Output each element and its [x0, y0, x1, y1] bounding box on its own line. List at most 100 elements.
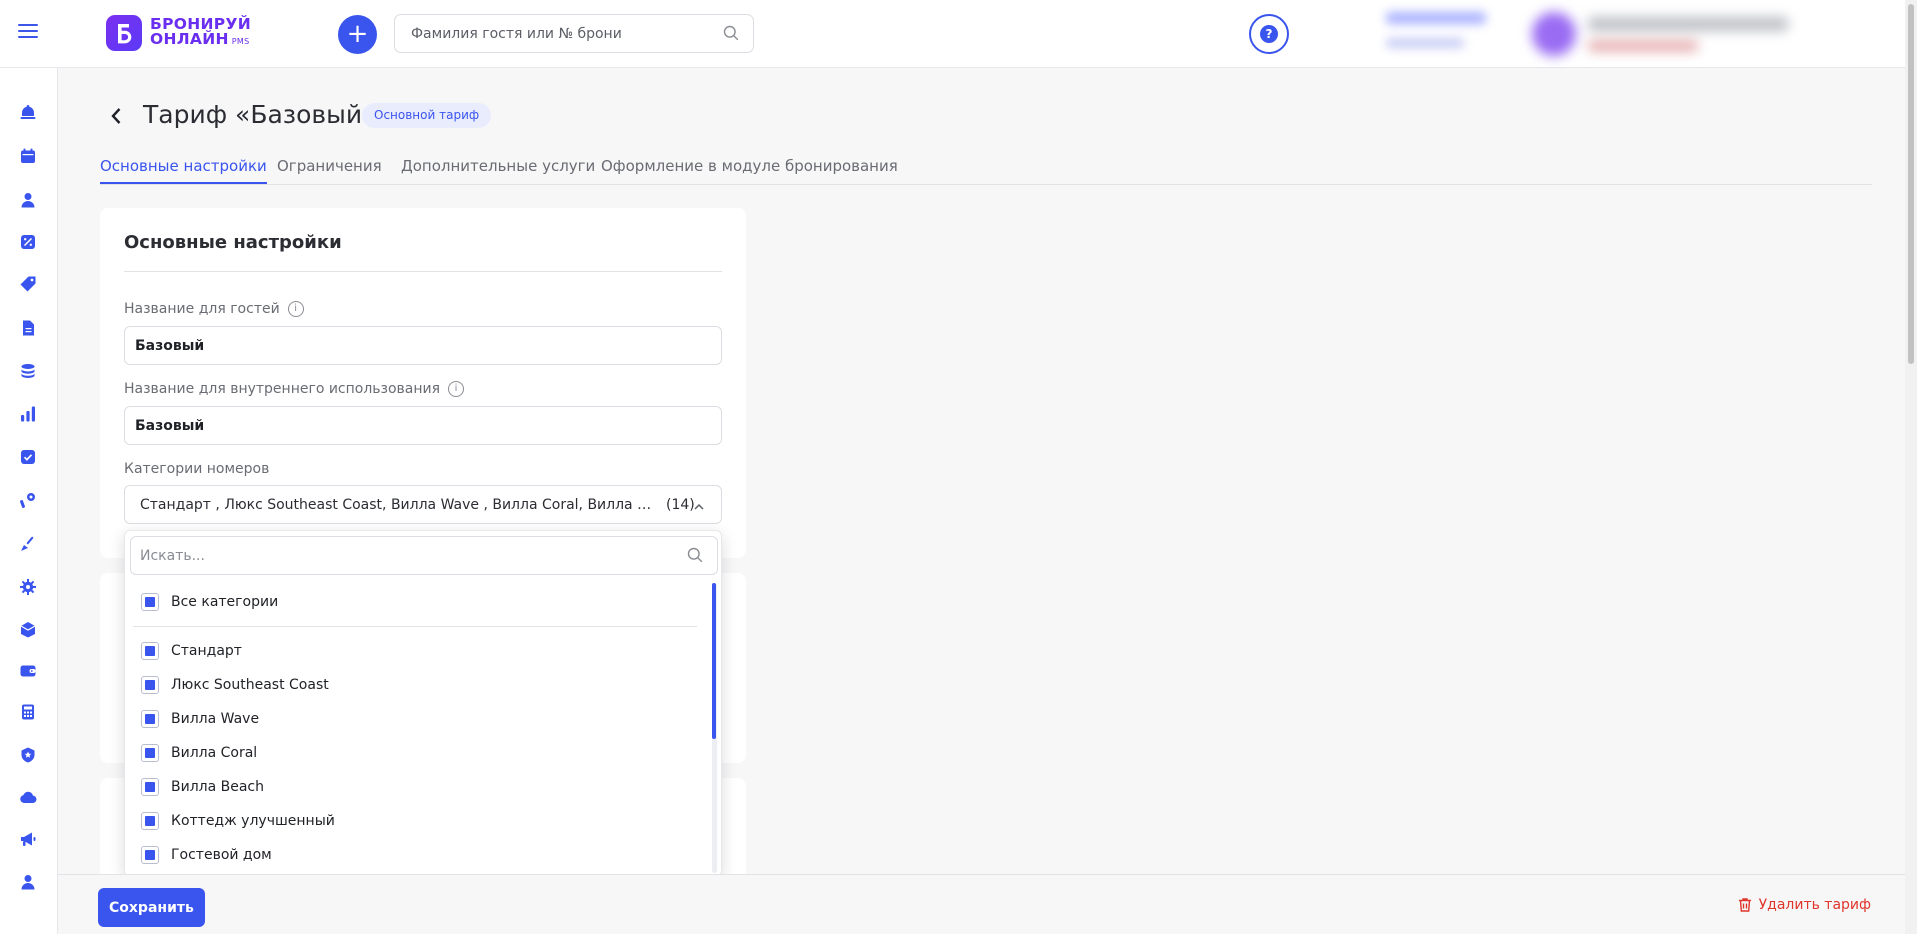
category-label: Люкс Southeast Coast	[171, 677, 329, 693]
checkbox-checked[interactable]	[141, 778, 159, 796]
page-scrollbar[interactable]	[1905, 0, 1917, 934]
guest-name-label: Название для гостей i	[124, 301, 304, 317]
footer-bar: Сохранить Удалить тариф	[58, 874, 1905, 934]
logo-line2: ОНЛАЙН	[150, 30, 229, 48]
save-button[interactable]: Сохранить	[98, 888, 205, 927]
checkbox-checked[interactable]	[141, 593, 159, 611]
category-item[interactable]: Люкс Southeast Coast	[141, 676, 329, 694]
add-booking-button[interactable]: +	[338, 15, 377, 54]
info-icon[interactable]: i	[448, 381, 465, 397]
logo-text: БРОНИРУЙ ОНЛАЙН PMS	[150, 16, 251, 49]
back-button[interactable]	[104, 103, 128, 129]
help-icon: ?	[1260, 25, 1278, 43]
hotel-selector-blurred[interactable]	[1386, 8, 1494, 56]
guest-name-field	[124, 326, 722, 365]
dropdown-divider	[133, 626, 697, 627]
internal-name-label: Название для внутреннего использования i	[124, 381, 465, 397]
menu-burger-icon[interactable]	[16, 20, 40, 44]
category-label: Вилла Wave	[171, 711, 260, 727]
internal-name-input[interactable]	[125, 407, 721, 444]
main-tariff-badge: Основной тариф	[362, 103, 492, 128]
chevron-left-icon	[111, 108, 121, 124]
category-label: Гостевой дом	[171, 847, 272, 863]
avatar	[1532, 12, 1576, 56]
room-categories-label: Категории номеров	[124, 461, 270, 477]
category-search	[130, 536, 718, 575]
cloud-icon[interactable]	[17, 786, 39, 808]
tab-bar: Основные настройки Ограничения Дополните…	[100, 155, 1872, 185]
guest-search	[394, 14, 754, 53]
services-icon[interactable]	[17, 489, 39, 511]
card-divider	[124, 271, 722, 272]
guest-name-input[interactable]	[125, 327, 721, 364]
search-icon[interactable]	[723, 25, 739, 45]
tag-icon[interactable]	[17, 273, 39, 295]
category-label: Коттедж улучшенный	[171, 813, 335, 829]
delete-tariff-label: Удалить тариф	[1758, 897, 1871, 913]
category-item[interactable]: Вилла Coral	[141, 744, 257, 762]
page-title: Тариф «Базовый»	[143, 100, 378, 129]
search-icon[interactable]	[687, 547, 703, 567]
tab-extra-services[interactable]: Дополнительные услуги	[401, 157, 595, 175]
info-icon[interactable]: i	[287, 301, 304, 317]
calendar-icon[interactable]	[17, 145, 39, 167]
category-item[interactable]: Коттедж улучшенный	[141, 812, 335, 830]
category-item[interactable]: Стандарт	[141, 642, 242, 660]
guest-search-input[interactable]	[395, 15, 705, 52]
internal-name-label-text: Название для внутреннего использования	[124, 381, 441, 397]
dropdown-scrollbar[interactable]	[712, 583, 717, 873]
delete-tariff-button[interactable]: Удалить тариф	[1737, 897, 1871, 913]
help-button[interactable]: ?	[1249, 14, 1289, 54]
room-categories-count: (14)	[666, 496, 695, 513]
user-icon[interactable]	[17, 189, 39, 211]
room-categories-select[interactable]: Стандарт , Люкс Southeast Coast, Вилла W…	[124, 485, 722, 524]
megaphone-icon[interactable]	[17, 828, 39, 850]
bell-icon[interactable]	[17, 101, 39, 123]
broom-icon[interactable]	[17, 533, 39, 555]
checkbox-checked[interactable]	[141, 846, 159, 864]
gear-icon[interactable]	[17, 576, 39, 598]
main-settings-card: Основные настройки Название для гостей i…	[100, 208, 746, 558]
calculator-icon[interactable]	[17, 701, 39, 723]
category-all[interactable]: Все категории	[141, 593, 278, 611]
discount-icon[interactable]	[17, 231, 39, 253]
bar-chart-icon[interactable]	[17, 403, 39, 425]
tab-main-settings[interactable]: Основные настройки	[100, 157, 267, 184]
inventory-icon[interactable]	[17, 618, 39, 640]
wallet-icon[interactable]	[17, 660, 39, 682]
dropdown-scrollbar-thumb[interactable]	[712, 583, 716, 739]
trash-icon	[1738, 898, 1751, 912]
profile-icon[interactable]	[17, 871, 39, 893]
checkbox-checked[interactable]	[141, 676, 159, 694]
task-check-icon[interactable]	[17, 446, 39, 468]
internal-name-field	[124, 406, 722, 445]
app-logo[interactable]: БРОНИРУЙ ОНЛАЙН PMS	[106, 15, 251, 51]
checkbox-checked[interactable]	[141, 812, 159, 830]
coins-icon[interactable]	[17, 360, 39, 382]
user-profile-blurred[interactable]	[1532, 6, 1812, 62]
police-badge-icon[interactable]	[17, 744, 39, 766]
category-item[interactable]: Вилла Wave	[141, 710, 259, 728]
tab-booking-module-design[interactable]: Оформление в модуле бронирования	[601, 157, 898, 175]
document-icon[interactable]	[17, 317, 39, 339]
category-item[interactable]: Гостевой дом	[141, 846, 272, 864]
room-categories-dropdown: Все категории Стандарт Люкс Southeast Co…	[124, 530, 722, 877]
category-item[interactable]: Вилла Beach	[141, 778, 264, 796]
top-header: БРОНИРУЙ ОНЛАЙНPMS + ?	[0, 0, 1905, 68]
category-search-input[interactable]	[131, 537, 661, 574]
category-all-label: Все категории	[171, 594, 279, 610]
checkbox-checked[interactable]	[141, 710, 159, 728]
guest-name-label-text: Название для гостей	[124, 301, 280, 317]
tab-restrictions[interactable]: Ограничения	[277, 157, 382, 175]
chevron-up-icon[interactable]	[693, 498, 705, 517]
card-title: Основные настройки	[124, 232, 342, 253]
checkbox-checked[interactable]	[141, 744, 159, 762]
room-categories-selected: Стандарт , Люкс Southeast Coast, Вилла W…	[140, 496, 660, 513]
category-label: Вилла Coral	[171, 745, 258, 761]
category-label: Стандарт	[171, 643, 242, 659]
page-scrollbar-thumb[interactable]	[1908, 4, 1914, 364]
checkbox-checked[interactable]	[141, 642, 159, 660]
category-label: Вилла Beach	[171, 779, 264, 795]
logo-mark-icon	[106, 15, 142, 51]
sidebar	[0, 68, 58, 934]
